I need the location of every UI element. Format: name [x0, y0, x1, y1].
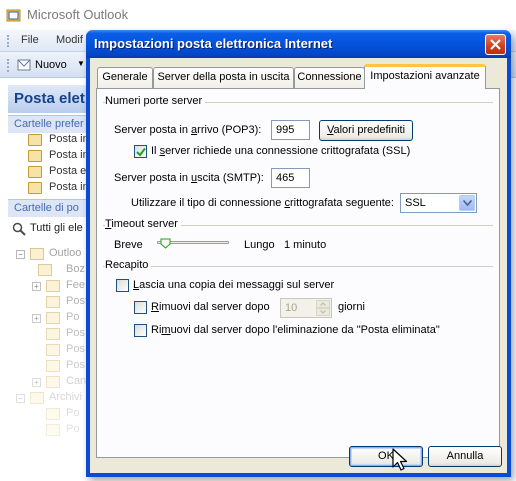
remove-after-days-spinner[interactable]: 10: [280, 298, 332, 318]
outlook-app-icon: [6, 9, 21, 22]
spin-down-icon[interactable]: [316, 308, 330, 316]
mouse-cursor-icon: [392, 448, 408, 471]
folder-icon: [38, 264, 52, 276]
checkmark-icon: [136, 147, 146, 157]
slider-thumb[interactable]: [160, 238, 171, 249]
timeout-group-title: Timeout server: [105, 218, 181, 230]
days-label: giorni: [338, 301, 365, 313]
chevron-down-icon[interactable]: [459, 195, 475, 211]
outlook-title-bar: Microsoft Outlook: [0, 0, 516, 30]
folder-icon: [46, 328, 60, 340]
dialog-body: Generale Server della posta in uscita Co…: [90, 58, 507, 473]
delivery-group-title: Recapito: [105, 259, 152, 271]
expand-icon[interactable]: +: [32, 314, 41, 323]
outgoing-port-input[interactable]: 465: [271, 168, 310, 188]
search-icon: [12, 222, 26, 236]
tab-advanced-settings[interactable]: Impostazioni avanzate: [364, 64, 486, 89]
ok-button[interactable]: OK: [349, 446, 423, 467]
remove-after-days-value: 10: [285, 302, 298, 314]
folder-icon: [28, 166, 42, 178]
remove-after-days-label: Rimuovi dal server dopo: [151, 301, 270, 313]
folder-icon: [30, 392, 44, 404]
folder-icon: [46, 296, 60, 308]
folder-icon: [46, 312, 60, 324]
folder-icon: [46, 360, 60, 372]
folder-icon: [28, 134, 42, 146]
new-dropdown-icon[interactable]: ▼: [77, 59, 85, 68]
collapse-icon[interactable]: −: [16, 394, 25, 403]
navigation-pane: Posta elet Cartelle prefer Posta in Post…: [0, 79, 100, 481]
outgoing-port-label: Server posta in uscita (SMTP):: [114, 172, 264, 184]
tab-outgoing-server[interactable]: Server della posta in uscita: [153, 67, 294, 88]
remove-when-deleted-checkbox[interactable]: [134, 324, 147, 337]
ports-group-title: Numeri porte server: [105, 95, 206, 107]
encryption-type-value: SSL: [405, 197, 426, 209]
all-items-selector[interactable]: Tutti gli ele: [12, 222, 84, 237]
new-message-icon: [17, 59, 31, 71]
leave-copy-label: Lascia una copia dei messaggi sul server: [133, 279, 335, 291]
outlook-title: Microsoft Outlook: [27, 7, 129, 22]
dialog-title-bar[interactable]: Impostazioni posta elettronica Internet: [86, 30, 511, 58]
tab-general[interactable]: Generale: [97, 67, 153, 88]
cancel-button[interactable]: Annulla: [428, 446, 502, 467]
default-values-button[interactable]: Valori predefiniti: [319, 120, 413, 141]
incoming-port-input[interactable]: 995: [271, 120, 310, 140]
close-icon: [490, 39, 501, 50]
folder-icon: [46, 344, 60, 356]
folder-icon: [46, 376, 60, 388]
internet-email-settings-dialog: Impostazioni posta elettronica Internet …: [86, 30, 511, 477]
folder-icon: [46, 424, 60, 436]
collapse-icon[interactable]: −: [16, 250, 25, 259]
tab-connection[interactable]: Connessione: [294, 67, 365, 88]
close-button[interactable]: [485, 34, 506, 55]
folder-icon: [46, 280, 60, 292]
remove-when-deleted-label: Rimuovi dal server dopo l'eliminazione d…: [151, 324, 440, 336]
menu-file[interactable]: File: [21, 34, 39, 46]
ssl-required-checkbox[interactable]: [134, 145, 147, 158]
expand-icon[interactable]: +: [32, 378, 41, 387]
menu-grip: [7, 35, 10, 47]
encryption-type-label: Utilizzare il tipo di connessione critto…: [131, 197, 394, 209]
remove-after-days-checkbox[interactable]: [134, 301, 147, 314]
delivery-group-line: [103, 266, 493, 267]
timeout-short-label: Breve: [114, 239, 143, 251]
timeout-value: 1 minuto: [284, 239, 327, 251]
folder-icon: [28, 150, 42, 162]
ssl-required-label: Il server richiede una connessione critt…: [151, 145, 411, 157]
new-button[interactable]: Nuovo: [35, 59, 67, 71]
incoming-port-label: Server posta in arrivo (POP3):: [114, 124, 262, 136]
folder-icon: [30, 248, 44, 260]
folder-icon: [28, 182, 42, 194]
timeout-long-label: Lungo: [244, 239, 275, 251]
menu-edit[interactable]: Modif: [56, 34, 83, 46]
leave-copy-checkbox[interactable]: [116, 279, 129, 292]
toolbar-grip: [7, 59, 10, 72]
timeout-slider[interactable]: [155, 235, 233, 251]
encryption-type-select[interactable]: SSL: [400, 193, 477, 213]
spin-up-icon[interactable]: [316, 300, 330, 308]
folder-icon: [46, 408, 60, 420]
expand-icon[interactable]: +: [32, 282, 41, 291]
dialog-title: Impostazioni posta elettronica Internet: [94, 36, 333, 51]
advanced-settings-panel: Numeri porte server Server posta in arri…: [96, 88, 500, 458]
